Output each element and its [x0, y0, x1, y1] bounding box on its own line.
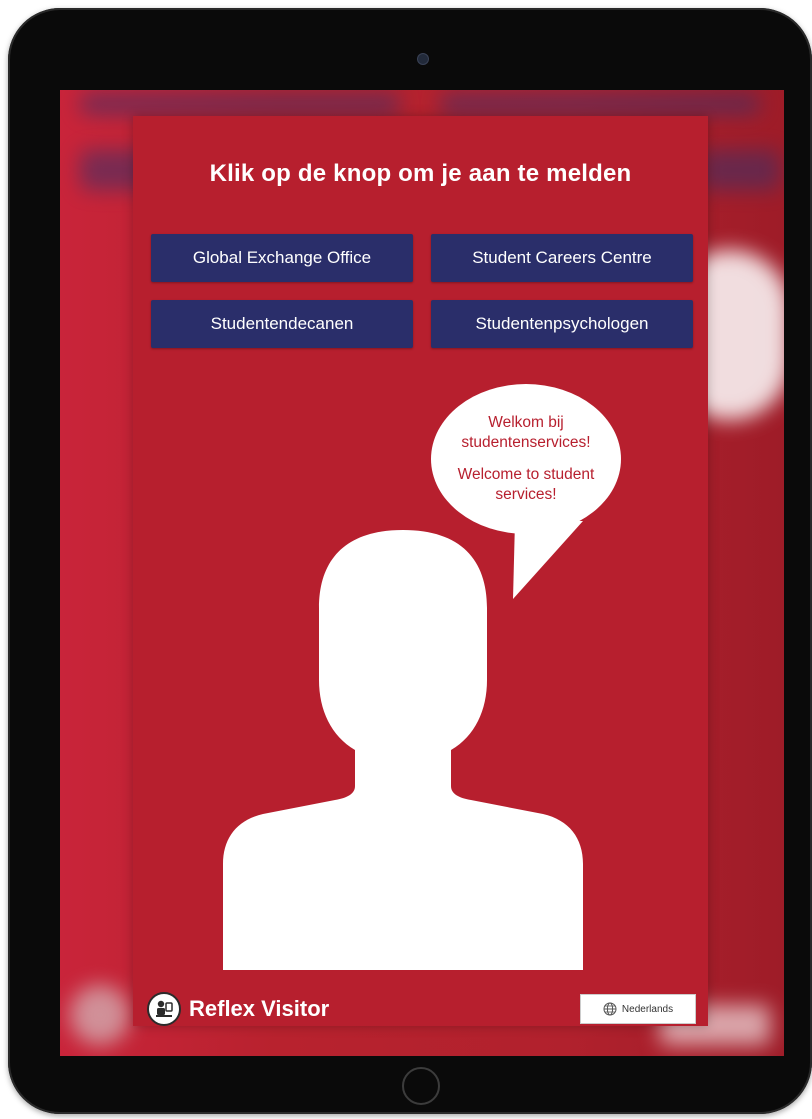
globe-icon [603, 1002, 617, 1016]
blurred-background-shape [440, 94, 760, 114]
greeting-dutch: Welkom bij studentenservices! [461, 414, 591, 451]
reflex-visitor-logo: Reflex Visitor [147, 992, 329, 1026]
home-button[interactable] [402, 1067, 440, 1105]
tablet-frame: Klik op de knop om je aan te melden Glob… [8, 8, 812, 1114]
person-silhouette-icon [223, 530, 583, 970]
department-buttons: Global Exchange Office Student Careers C… [151, 234, 695, 348]
department-button-global-exchange-office[interactable]: Global Exchange Office [151, 234, 413, 282]
visitor-logo-icon [147, 992, 181, 1026]
department-button-studentenpsychologen[interactable]: Studentenpsychologen [431, 300, 693, 348]
blurred-background-shape [80, 94, 400, 114]
language-selector-button[interactable]: Nederlands [580, 994, 696, 1024]
blurred-background-shape [700, 150, 780, 190]
kiosk-panel: Klik op de knop om je aan te melden Glob… [133, 116, 708, 1026]
greeting-english: Welcome to student services! [457, 466, 595, 503]
speech-bubble: Welkom bij studentenservices! Welcome to… [431, 384, 621, 534]
camera-dot [418, 54, 428, 64]
tablet-screen: Klik op de knop om je aan te melden Glob… [60, 90, 784, 1056]
language-label: Nederlands [621, 1003, 674, 1015]
blurred-background-shape [70, 985, 130, 1045]
page-title: Klik op de knop om je aan te melden [209, 160, 632, 187]
department-button-studentendecanen[interactable]: Studentendecanen [151, 300, 413, 348]
brand-name: Reflex Visitor [189, 996, 330, 1021]
department-button-student-careers-centre[interactable]: Student Careers Centre [431, 234, 693, 282]
